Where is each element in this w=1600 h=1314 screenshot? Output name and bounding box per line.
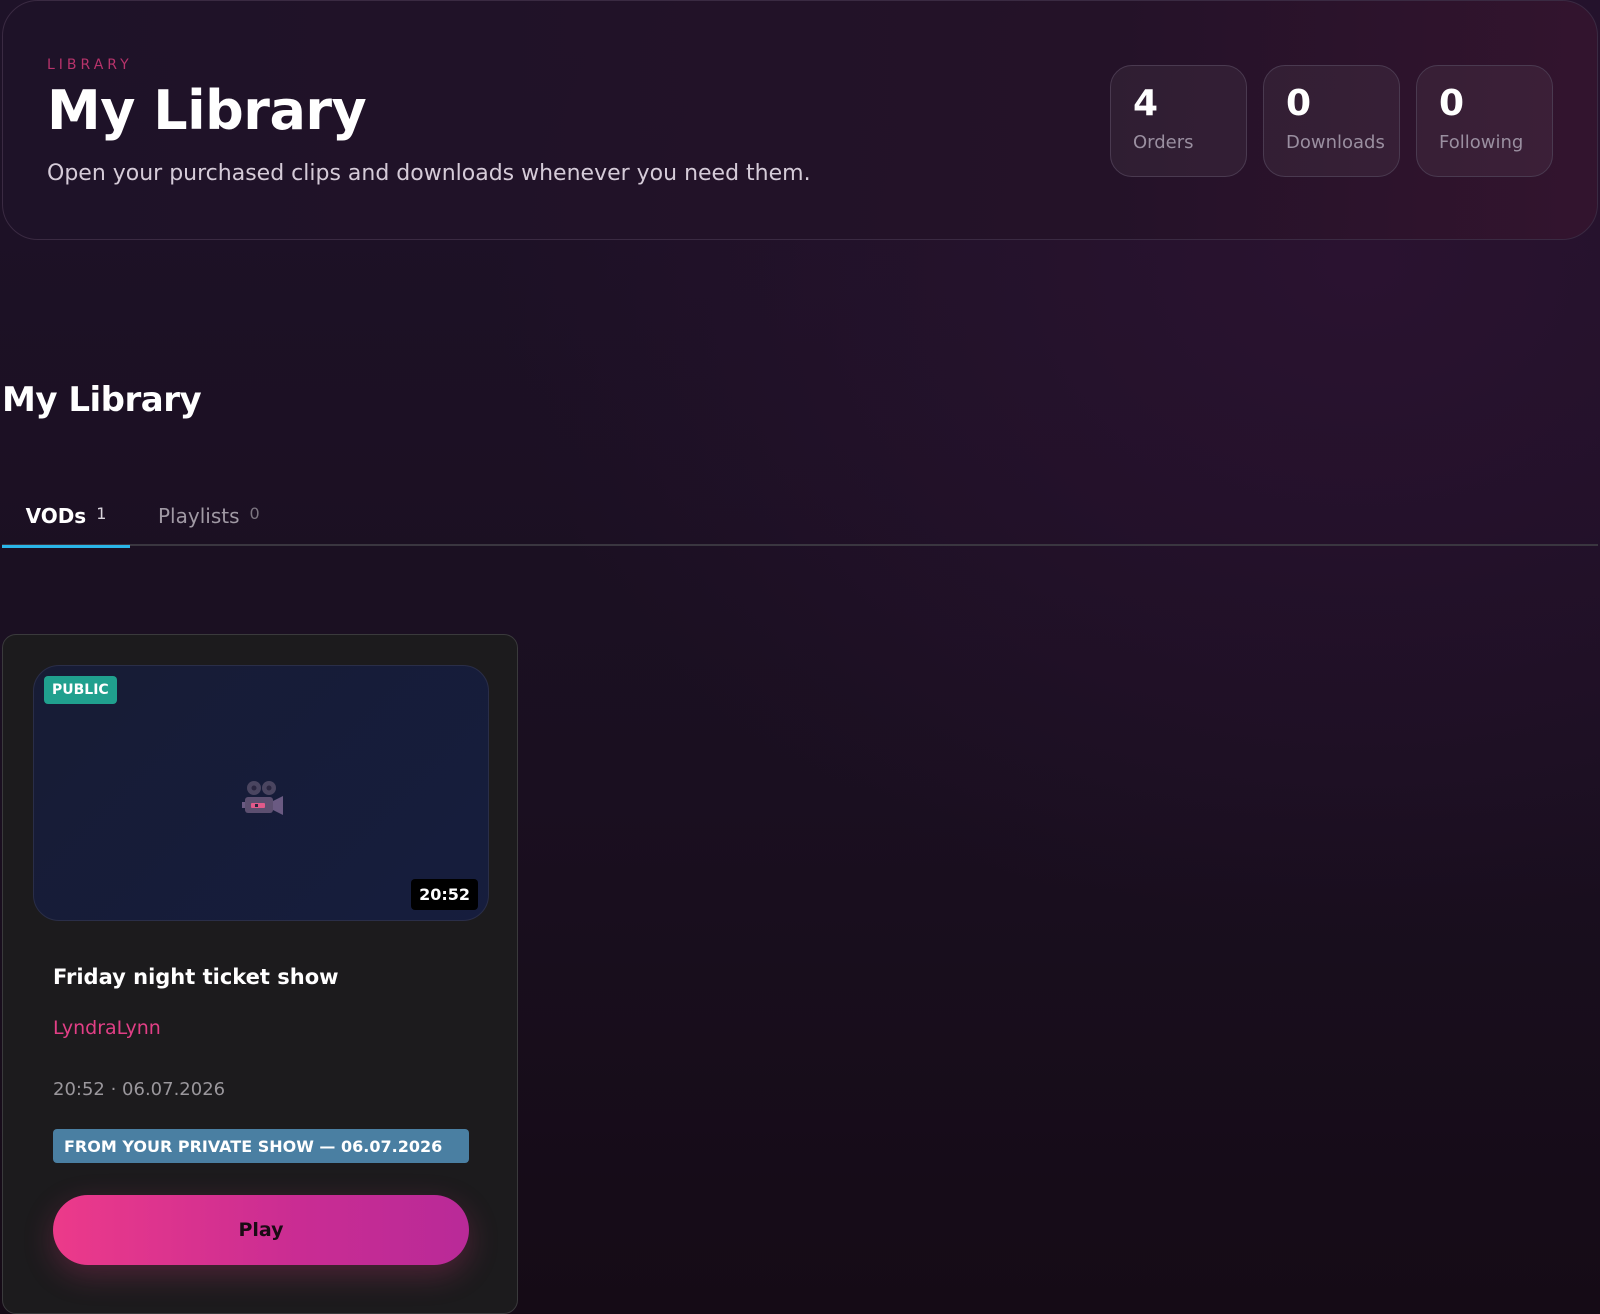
vod-card: PUBLIC 20:52 Friday night ticket show Ly…	[2, 634, 518, 1314]
stat-following: 0 Following	[1416, 65, 1553, 177]
duration-badge: 20:52	[411, 879, 478, 910]
hero-subtitle: Open your purchased clips and downloads …	[47, 161, 811, 186]
play-button[interactable]: Play	[53, 1195, 469, 1265]
visibility-badge: PUBLIC	[44, 676, 117, 704]
stat-following-label: Following	[1439, 132, 1524, 153]
vod-source-tag: FROM YOUR PRIVATE SHOW — 06.07.2026	[53, 1129, 469, 1163]
library-tabs: VODs 1 Playlists 0	[2, 486, 1598, 548]
vod-thumbnail[interactable]: PUBLIC 20:52	[33, 665, 489, 921]
tab-vods[interactable]: VODs 1	[2, 486, 130, 548]
stats-group: 4 Orders 0 Downloads 0 Following	[1110, 65, 1553, 177]
section-title: My Library	[2, 380, 202, 420]
tab-vods-label: VODs	[25, 504, 87, 528]
vod-title[interactable]: Friday night ticket show	[53, 965, 339, 989]
tab-playlists[interactable]: Playlists 0	[158, 486, 260, 546]
vod-creator-link[interactable]: LyndraLynn	[53, 1017, 161, 1039]
tab-playlists-label: Playlists	[158, 504, 240, 528]
stat-downloads: 0 Downloads	[1263, 65, 1400, 177]
tab-vods-count: 1	[96, 504, 107, 523]
library-hero: LIBRARY My Library Open your purchased c…	[2, 0, 1598, 240]
page-title: My Library	[47, 79, 367, 142]
stat-orders: 4 Orders	[1110, 65, 1247, 177]
hero-eyebrow: LIBRARY	[47, 57, 133, 73]
stat-following-value: 0	[1439, 83, 1465, 124]
stat-downloads-label: Downloads	[1286, 132, 1385, 153]
movie-camera-icon	[242, 781, 283, 815]
tab-playlists-count: 0	[249, 504, 260, 523]
stat-downloads-value: 0	[1286, 83, 1312, 124]
vod-meta: 20:52 · 06.07.2026	[53, 1079, 226, 1100]
stat-orders-value: 4	[1133, 83, 1159, 124]
stat-orders-label: Orders	[1133, 132, 1194, 153]
